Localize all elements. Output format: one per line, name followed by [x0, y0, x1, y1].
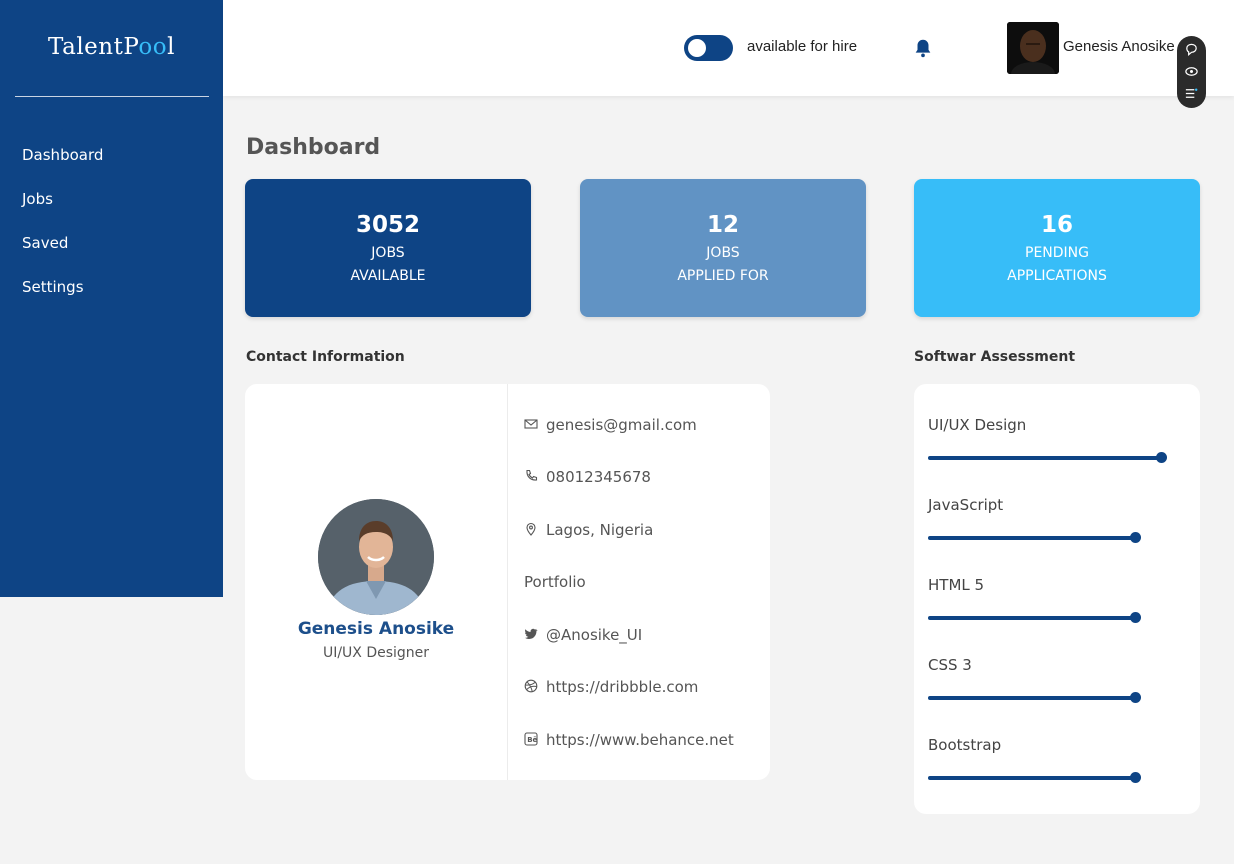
talentpool-logo[interactable]: TalentPool [0, 34, 223, 60]
toggle-knob [688, 39, 706, 57]
profile-name: Genesis Anosike [297, 619, 455, 639]
stat-value: 3052 [355, 212, 420, 238]
svg-text:Bē: Bē [527, 736, 537, 744]
twitter-icon [525, 628, 538, 640]
stat-label-line1: JOBS [706, 245, 740, 261]
profile-photo-image [318, 499, 434, 615]
stat-value: 12 [706, 212, 739, 238]
skill-label: Bootstrap [928, 736, 1002, 754]
stat-label-line1: JOBS [371, 245, 405, 261]
skill-level-bar [928, 696, 1136, 700]
contact-card: Genesis Anosike UI/UX Designer genesis@g… [245, 384, 770, 780]
sidebar-item-settings[interactable]: Settings [22, 277, 103, 321]
bell-icon[interactable] [912, 37, 934, 59]
contact-divider [507, 384, 508, 780]
skill-level-bar [928, 776, 1136, 780]
skill-label: JavaScript [928, 496, 1004, 514]
software-assessment-card: UI/UX Design JavaScript HTML 5 CSS 3 Bootstr… [914, 384, 1200, 814]
contact-twitter-row[interactable]: @Anosike_UI [524, 626, 642, 644]
contact-information-heading: Contact Information [246, 349, 405, 365]
sidebar-item-saved[interactable]: Saved [22, 233, 103, 277]
logo-text-start: TalentP [48, 34, 139, 60]
skill-level-bar [928, 536, 1136, 540]
stat-label-line2: APPLIED FOR [677, 268, 769, 284]
software-assessment-heading: Softwar Assessment [914, 349, 1076, 365]
behance-icon: Bē [524, 732, 538, 746]
contact-phone-row[interactable]: 08012345678 [524, 468, 651, 486]
skill-label: UI/UX Design [928, 416, 1027, 434]
available-for-hire-label: available for hire [747, 38, 858, 55]
contact-email: genesis@gmail.com [546, 416, 697, 434]
stat-value: 16 [1040, 212, 1073, 238]
user-avatar-image [1007, 22, 1059, 74]
stat-label-line2: AVAILABLE [350, 268, 426, 284]
user-avatar[interactable] [1007, 22, 1059, 74]
header-user-name: Genesis Anosike [1063, 38, 1175, 55]
page-title: Dashboard [246, 135, 381, 160]
profile-role: UI/UX Designer [322, 645, 430, 661]
contact-dribbble-row[interactable]: https://dribbble.com [524, 678, 698, 696]
sidebar-divider [15, 96, 209, 97]
sidebar-item-dashboard[interactable]: Dashboard [22, 145, 103, 189]
skill-level-handle[interactable] [1156, 452, 1167, 463]
stat-label-line1: PENDING [1025, 245, 1089, 261]
mail-icon [524, 419, 538, 429]
eye-icon[interactable] [1184, 64, 1199, 79]
sidebar-nav: Dashboard Jobs Saved Settings [22, 145, 103, 321]
dribbble-icon [524, 679, 538, 693]
contact-email-row[interactable]: genesis@gmail.com [524, 416, 697, 434]
skill-label: CSS 3 [928, 656, 972, 674]
contact-behance: https://www.behance.net [546, 731, 734, 749]
contact-location-row: Lagos, Nigeria [524, 521, 653, 539]
sidebar-item-jobs[interactable]: Jobs [22, 189, 103, 233]
phone-icon [526, 469, 538, 481]
skill-level-handle[interactable] [1130, 772, 1141, 783]
contact-location: Lagos, Nigeria [546, 521, 654, 539]
skill-level-handle[interactable] [1130, 532, 1141, 543]
portfolio-label: Portfolio [524, 573, 586, 591]
stat-card-jobs-available[interactable]: 3052 JOBS AVAILABLE [245, 179, 531, 317]
sidebar: TalentPool Dashboard Jobs Saved Settings [0, 0, 223, 597]
profile-photo [318, 499, 434, 615]
skill-label: HTML 5 [928, 576, 985, 594]
available-for-hire-toggle[interactable] [684, 35, 733, 61]
comment-icon[interactable] [1184, 42, 1199, 57]
floating-toolbar [1177, 36, 1206, 108]
location-pin-icon [526, 522, 536, 536]
logo-text-end: l [167, 34, 175, 60]
list-settings-icon[interactable] [1184, 86, 1199, 101]
skill-level-bar [928, 616, 1136, 620]
contact-dribbble: https://dribbble.com [546, 678, 699, 696]
skill-level-handle[interactable] [1130, 612, 1141, 623]
stat-label-line2: APPLICATIONS [1007, 268, 1107, 284]
logo-infinity-mark: oo [138, 34, 168, 60]
stat-card-pending-applications[interactable]: 16 PENDING APPLICATIONS [914, 179, 1200, 317]
contact-twitter: @Anosike_UI [546, 626, 643, 644]
contact-phone: 08012345678 [546, 468, 651, 486]
top-header: available for hire Genesis Anosike [223, 0, 1234, 108]
stat-card-jobs-applied[interactable]: 12 JOBS APPLIED FOR [580, 179, 866, 317]
skill-level-bar [928, 456, 1162, 460]
skill-level-handle[interactable] [1130, 692, 1141, 703]
contact-behance-row[interactable]: Bē https://www.behance.net [524, 731, 734, 749]
